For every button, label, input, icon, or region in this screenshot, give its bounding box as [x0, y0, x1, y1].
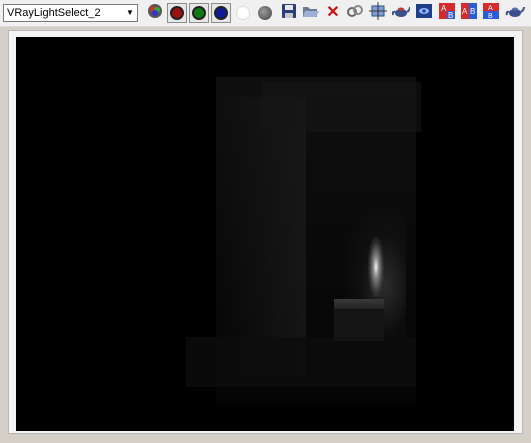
mono-channel-button[interactable]: [255, 3, 275, 23]
ab-compare-vertical-icon: A B: [483, 2, 499, 24]
ab-compare-a-icon: A B: [439, 2, 455, 24]
svg-text:A: A: [462, 7, 468, 16]
alpha-channel-icon: [236, 6, 250, 20]
open-button[interactable]: [301, 3, 321, 23]
rgb-channels-button[interactable]: [145, 3, 165, 23]
green-channel-button[interactable]: [189, 3, 209, 23]
link-button[interactable]: [345, 3, 365, 23]
ab-compare-vertical-button[interactable]: A B: [481, 2, 501, 24]
ab-compare-b-button[interactable]: A B: [459, 2, 479, 24]
save-button[interactable]: [279, 3, 299, 23]
red-channel-icon: [170, 6, 184, 20]
blue-channel-icon: [214, 6, 228, 20]
channel-dropdown-value: VRayLightSelect_2: [7, 7, 101, 19]
teapot-render-button[interactable]: [391, 3, 411, 23]
alpha-channel-button[interactable]: [233, 3, 253, 23]
vfb-toolbar: VRayLightSelect_2 ▼ ✕ A B A B A B: [0, 0, 531, 27]
render-box-front: [334, 309, 384, 341]
save-icon: [281, 3, 297, 24]
render-viewport[interactable]: [16, 37, 514, 431]
green-channel-icon: [192, 6, 206, 20]
open-icon: [302, 3, 320, 24]
rgb-channels-icon: [147, 3, 163, 24]
channel-dropdown[interactable]: VRayLightSelect_2 ▼: [3, 4, 138, 22]
teapot-render-icon: [391, 3, 411, 24]
blue-channel-button[interactable]: [211, 3, 231, 23]
red-channel-button[interactable]: [167, 3, 187, 23]
svg-text:A: A: [441, 4, 447, 13]
teapot-render-last-button[interactable]: [505, 3, 525, 23]
render-box-top: [334, 299, 384, 309]
svg-text:B: B: [488, 13, 493, 19]
ab-compare-a-button[interactable]: A B: [437, 2, 457, 24]
clear-button[interactable]: ✕: [323, 3, 343, 23]
render-scene-wall: [216, 97, 306, 377]
svg-text:B: B: [448, 11, 453, 19]
region-render-icon: [369, 1, 387, 25]
display-button[interactable]: [414, 3, 434, 23]
svg-text:A: A: [488, 5, 493, 12]
ab-compare-b-icon: A B: [461, 2, 477, 24]
teapot-render-last-icon: [505, 3, 525, 24]
link-icon: [346, 3, 364, 24]
svg-text:B: B: [470, 7, 475, 16]
clear-icon: ✕: [326, 4, 340, 21]
region-render-button[interactable]: [368, 1, 388, 25]
render-scene-floor: [186, 337, 416, 387]
render-light-glow: [368, 237, 384, 297]
display-icon: [415, 3, 433, 24]
mono-channel-icon: [258, 6, 272, 20]
chevron-down-icon[interactable]: ▼: [123, 5, 137, 21]
render-scene-ceiling: [261, 82, 421, 132]
